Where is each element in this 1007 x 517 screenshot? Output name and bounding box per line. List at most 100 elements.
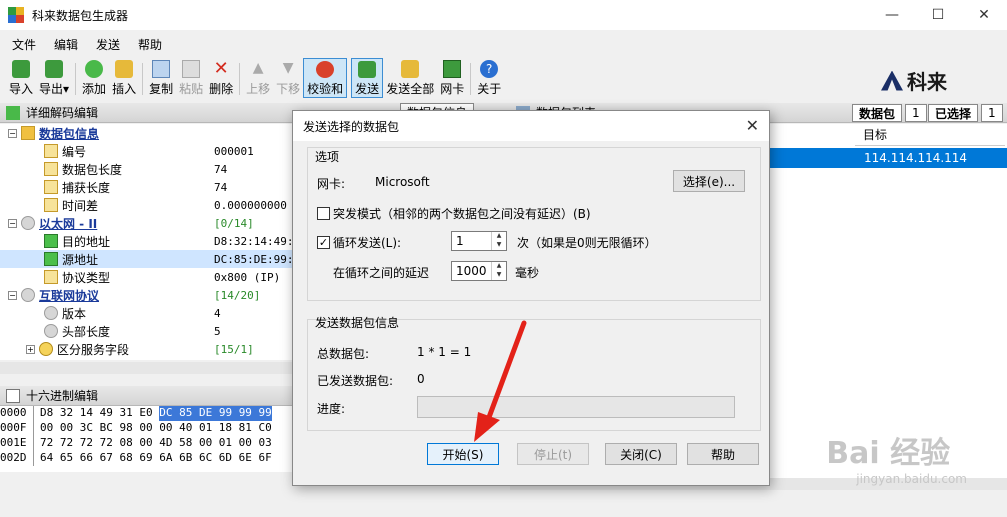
close-dialog-button[interactable]: 关闭(C) (605, 443, 677, 465)
spin-up-icon[interactable]: ▲ (492, 232, 506, 241)
collapse-icon[interactable]: − (8, 128, 17, 138)
tree-node[interactable]: − 数据包信息 (0, 124, 300, 142)
toolbar: 导入 导出▾ 添加 插入 复制 粘贴 ✕ 删除 ▲ 上移 ▼ 下移 校验和 发送 发送… (0, 58, 1007, 100)
app-icon (8, 7, 24, 23)
field-icon (44, 144, 58, 158)
brand-logo: 科来 (881, 66, 947, 95)
minimize-button[interactable]: — (869, 0, 915, 30)
import-button[interactable]: 导入 (6, 58, 36, 98)
tree-node[interactable]: 源地址 DC:85:DE:99: (0, 250, 300, 268)
about-button[interactable]: ? 关于 (474, 58, 504, 98)
paste-button[interactable]: 粘贴 (176, 58, 206, 98)
dialog-close-icon[interactable]: ✕ (746, 116, 759, 135)
collapse-icon[interactable]: − (8, 290, 17, 300)
watermark: Bai 经验 jingyan.baidu.com (826, 436, 967, 486)
export-icon (45, 60, 64, 78)
mac-icon (44, 234, 58, 248)
hex-row: 0000 D8 32 14 49 31 E0 DC 85 DE 99 99 99 (0, 406, 272, 421)
hex-row: 001E 72 72 72 72 08 00 4D 58 00 01 00 03 (0, 436, 272, 451)
decode-tree: − 数据包信息 编号 000001 数据包长度 74 捕获长度 74 时间差 0.0000… (0, 124, 300, 360)
tree-node[interactable]: − 互联网协议 [14/20] (0, 286, 300, 304)
nic-value: Microsoft (375, 175, 430, 189)
delay-unit: 毫秒 (515, 266, 540, 280)
move-up-button[interactable]: ▲ 上移 (243, 58, 273, 98)
tree-node[interactable]: 数据包长度 74 (0, 160, 300, 178)
layer-icon (21, 216, 35, 230)
burst-label: 突发模式（相邻的两个数据包之间没有延迟）(B) (333, 207, 591, 221)
menu-send[interactable]: 发送 (84, 36, 126, 53)
expand-icon[interactable]: + (26, 344, 35, 354)
tree-node[interactable]: + 区分服务字段 [15/1] (0, 340, 300, 358)
copy-button[interactable]: 复制 (146, 58, 176, 98)
delete-icon: ✕ (213, 58, 229, 79)
toolbar-separator (142, 63, 144, 95)
field-icon (44, 198, 58, 212)
delay-stepper[interactable]: 1000 ▲ ▼ (451, 261, 507, 281)
total-value: 1 * 1 = 1 (417, 345, 472, 359)
spin-down-icon[interactable]: ▼ (492, 271, 506, 280)
progress-label: 进度: (317, 402, 346, 416)
options-legend: 选项 (315, 150, 340, 164)
tree-node[interactable]: 捕获长度 74 (0, 178, 300, 196)
stop-button[interactable]: 停止(t) (517, 443, 589, 465)
loop-checkbox[interactable]: ✓ (317, 236, 330, 249)
select-nic-button[interactable]: 选择(e)... (673, 170, 745, 192)
move-down-button[interactable]: ▼ 下移 (273, 58, 303, 98)
arrow-up-icon: ▲ (252, 60, 264, 76)
menu-edit[interactable]: 编辑 (42, 36, 84, 53)
field-icon (44, 270, 58, 284)
collapse-icon[interactable]: − (8, 218, 17, 228)
title-bar: 科来数据包生成器 — ☐ ✕ (0, 0, 1007, 30)
table-row[interactable]: 114.114.114.114 (770, 148, 1007, 168)
decode-scrollbar[interactable] (0, 362, 300, 374)
send-all-icon (401, 60, 420, 78)
hex-editor[interactable]: 0000 D8 32 14 49 31 E0 DC 85 DE 99 99 99 … (0, 406, 300, 472)
start-button[interactable]: 开始(S) (427, 443, 499, 465)
tree-node[interactable]: 目的地址 D8:32:14:49: (0, 232, 300, 250)
export-button[interactable]: 导出▾ (36, 58, 72, 98)
selected-label: 已选择 (928, 104, 979, 122)
sent-value: 0 (417, 372, 425, 386)
column-header-target[interactable]: 目标 (855, 124, 1005, 146)
packets-count: 1 (905, 104, 927, 122)
menu-file[interactable]: 文件 (0, 36, 42, 53)
checksum-button[interactable]: 校验和 (303, 58, 348, 98)
copy-icon (152, 60, 171, 78)
progress-bar (417, 396, 735, 418)
spin-up-icon[interactable]: ▲ (492, 262, 506, 271)
hex-panel-header: 十六进制编辑 (0, 386, 300, 406)
menu-help[interactable]: 帮助 (126, 36, 168, 53)
close-window-button[interactable]: ✕ (961, 0, 1007, 30)
send-button[interactable]: 发送 (351, 58, 384, 98)
loop-suffix: 次（如果是0则无限循环） (517, 236, 657, 250)
add-button[interactable]: 添加 (79, 58, 109, 98)
spin-down-icon[interactable]: ▼ (492, 241, 506, 250)
tree-node[interactable]: 协议类型 0x800 (IP) (0, 268, 300, 286)
loop-count-stepper[interactable]: 1 ▲ ▼ (451, 231, 507, 251)
paste-icon (182, 60, 201, 78)
tree-node[interactable]: 编号 000001 (0, 142, 300, 160)
sent-label: 已发送数据包: (317, 374, 394, 388)
nic-label: 网卡: (317, 177, 346, 191)
delay-label: 在循环之间的延迟 (333, 266, 430, 280)
insert-button[interactable]: 插入 (109, 58, 139, 98)
maximize-button[interactable]: ☐ (915, 0, 961, 30)
send-info-legend: 发送数据包信息 (315, 316, 400, 330)
send-all-button[interactable]: 发送全部 (383, 58, 437, 98)
help-button[interactable]: 帮助 (687, 443, 759, 465)
import-icon (12, 60, 30, 78)
target-cell: 114.114.114.114 (864, 151, 968, 165)
logo-icon (881, 70, 903, 91)
tree-node[interactable]: 版本 4 (0, 304, 300, 322)
tree-node[interactable]: 时间差 0.000000000 (0, 196, 300, 214)
toolbar-separator (239, 63, 241, 95)
total-label: 总数据包: (317, 347, 370, 361)
tree-node[interactable]: 头部长度 5 (0, 322, 300, 340)
packet-info-icon (21, 126, 35, 140)
tree-node[interactable]: − 以太网 - II [0/14] (0, 214, 300, 232)
nic-icon (443, 60, 462, 78)
burst-checkbox[interactable] (317, 207, 330, 220)
send-icon (358, 61, 377, 78)
delete-button[interactable]: ✕ 删除 (206, 58, 236, 98)
nic-button[interactable]: 网卡 (437, 58, 467, 98)
